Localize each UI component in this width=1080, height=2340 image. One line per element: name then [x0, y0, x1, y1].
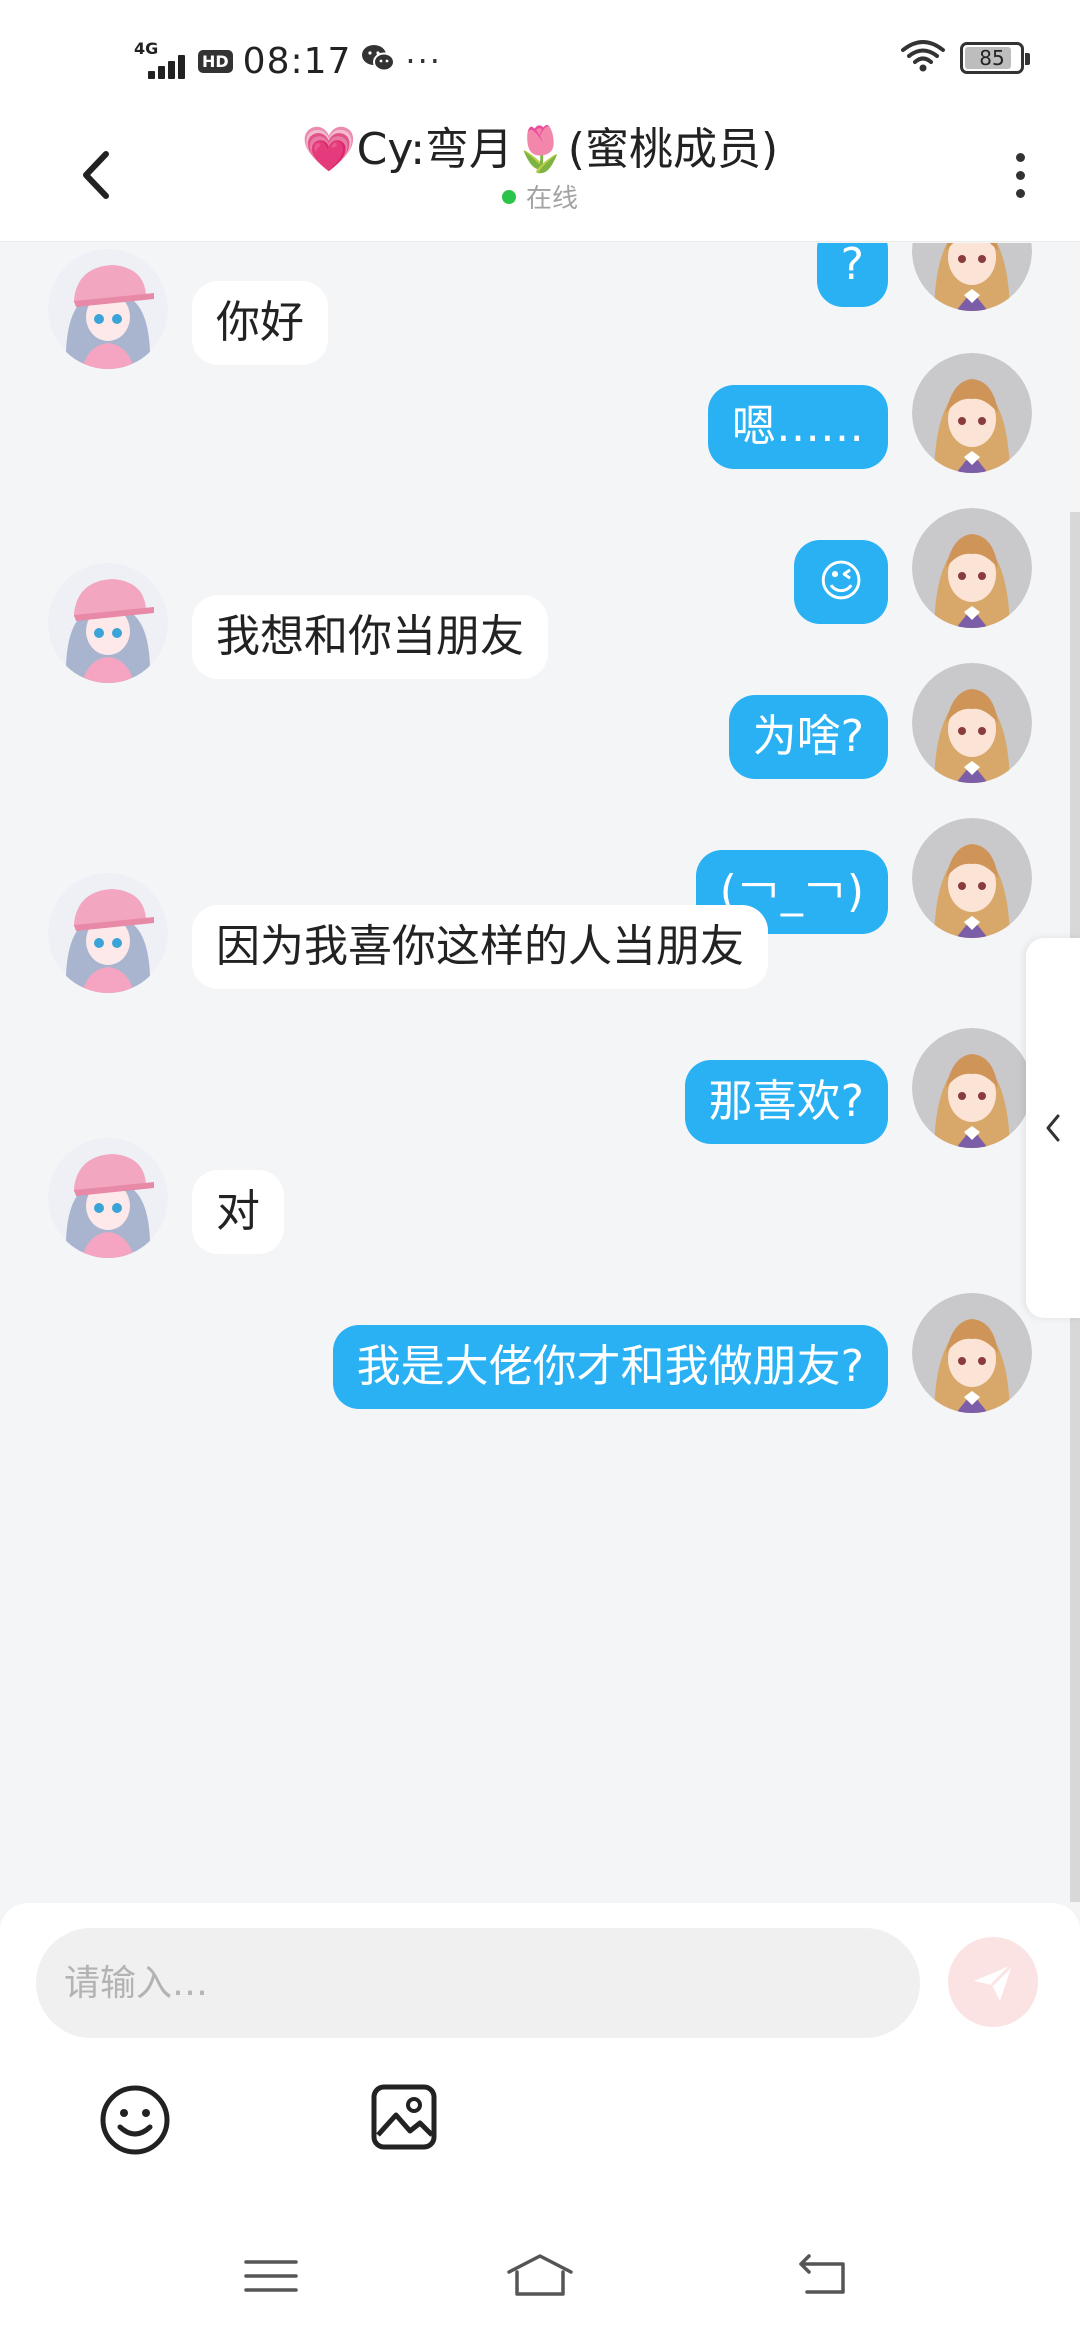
- image-icon: [371, 2084, 437, 2150]
- system-back-button[interactable]: [785, 2250, 855, 2300]
- chat-header: 💗Cy:弯月🌷(蜜桃成员) 在线: [0, 110, 1080, 242]
- recent-apps-button[interactable]: [236, 2250, 306, 2300]
- contact-name: 💗Cy:弯月🌷(蜜桃成员): [301, 124, 779, 175]
- online-label: 在线: [525, 184, 578, 214]
- system-nav-bar: [0, 2200, 1080, 2340]
- outgoing-message: 我是大佬你才和我做朋友?: [0, 1293, 1080, 1413]
- image-button[interactable]: [370, 2083, 438, 2151]
- my-avatar[interactable]: [912, 353, 1032, 473]
- home-icon: [507, 2254, 573, 2296]
- message-list[interactable]: ? 你好 嗯…… 😉 我想和你当朋友 为啥? (￢_￢) 因为我喜你这样的人当朋友 那喜欢? 对我…: [0, 243, 1080, 1903]
- message-bubble[interactable]: 那喜欢?: [684, 1060, 888, 1144]
- message-input[interactable]: [36, 1928, 920, 2038]
- my-avatar[interactable]: [912, 663, 1032, 783]
- status-bar-left: 4G HD 08:17 ···: [134, 36, 442, 86]
- wifi-icon: [900, 38, 946, 78]
- message-bubble[interactable]: 因为我喜你这样的人当朋友: [192, 905, 768, 989]
- online-status: 在线: [0, 178, 1080, 215]
- smiley-icon: [100, 2085, 170, 2155]
- incoming-message: 你好: [0, 249, 1080, 369]
- outgoing-message: 嗯……: [0, 353, 1080, 473]
- outgoing-message: 为啥?: [0, 663, 1080, 783]
- home-button[interactable]: [505, 2250, 575, 2300]
- back-arrow-icon: [799, 2254, 845, 2294]
- more-dot-icon: [1015, 170, 1025, 180]
- side-drawer-tab[interactable]: [1026, 938, 1080, 1318]
- my-avatar[interactable]: [912, 1028, 1032, 1148]
- outgoing-message: 那喜欢?: [0, 1028, 1080, 1148]
- chat-screen: 4G HD 08:17 ··· 85 💗Cy:弯月🌷(蜜桃成员) 在线 ? 你好…: [0, 0, 1080, 2340]
- incoming-message: 因为我喜你这样的人当朋友: [0, 873, 1080, 993]
- status-bar: 4G HD 08:17 ··· 85: [0, 0, 1080, 110]
- hd-icon: HD: [198, 49, 233, 73]
- battery-icon: 85: [960, 42, 1030, 74]
- incoming-message: 对: [0, 1138, 1080, 1258]
- wechat-icon: [361, 43, 396, 80]
- contact-avatar[interactable]: [48, 1138, 168, 1258]
- more-dot-icon: [1015, 188, 1025, 198]
- more-notifications-icon: ···: [405, 42, 442, 80]
- emoji-button[interactable]: [98, 2083, 172, 2157]
- contact-avatar[interactable]: [48, 249, 168, 369]
- more-options-button[interactable]: [1000, 140, 1040, 210]
- send-icon: [974, 1963, 1014, 2001]
- contact-avatar[interactable]: [48, 873, 168, 993]
- send-button[interactable]: [948, 1937, 1038, 2027]
- message-bubble[interactable]: 为啥?: [728, 695, 888, 779]
- status-time: 08:17: [242, 40, 352, 82]
- message-bubble[interactable]: 我是大佬你才和我做朋友?: [332, 1325, 888, 1409]
- message-bubble[interactable]: 嗯……: [708, 385, 888, 469]
- message-bubble[interactable]: 对: [192, 1170, 284, 1254]
- menu-icon: [244, 2260, 298, 2292]
- battery-level: 85: [979, 46, 1005, 70]
- online-dot-icon: [501, 189, 516, 204]
- more-dot-icon: [1015, 152, 1025, 162]
- chevron-left-icon: [1046, 1114, 1060, 1142]
- status-bar-right: 85: [900, 38, 1030, 78]
- title-block: 💗Cy:弯月🌷(蜜桃成员) 在线: [0, 118, 1080, 215]
- my-avatar[interactable]: [912, 1293, 1032, 1413]
- signal-icon: 4G: [134, 39, 188, 81]
- network-type: 4G: [134, 39, 159, 58]
